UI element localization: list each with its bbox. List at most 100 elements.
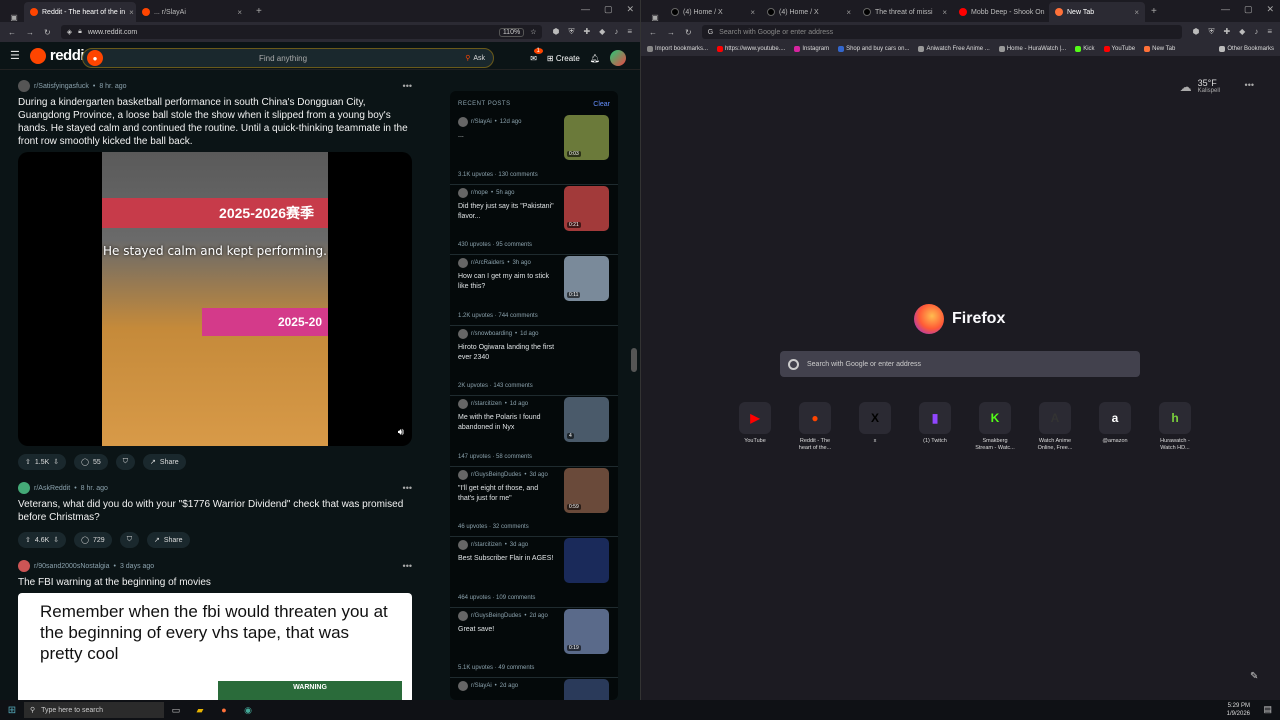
upvote-icon[interactable]: ⇧: [25, 458, 31, 466]
create-button[interactable]: ⊞ Create: [547, 54, 580, 63]
other-bookmarks[interactable]: Other Bookmarks: [1219, 46, 1274, 52]
shortcut-tile[interactable]: a @amazon: [1095, 402, 1135, 452]
extension-icon[interactable]: ⬢: [552, 27, 559, 37]
bookmark-item[interactable]: Import bookmarks...: [647, 46, 708, 52]
tab-slayai[interactable]: ... r/SlayAi ×: [136, 2, 248, 22]
subreddit-name[interactable]: r/AskReddit: [34, 485, 70, 492]
speaker-icon[interactable]: ♪: [1254, 27, 1258, 37]
file-explorer-icon[interactable]: ▰: [188, 705, 212, 716]
bookmark-item[interactable]: Aniwatch Free Anime ...: [918, 46, 990, 52]
close-icon[interactable]: ×: [846, 8, 851, 17]
recent-post-title[interactable]: "I'll get eight of those, and that's jus…: [458, 484, 556, 506]
recent-post-item[interactable]: r/starcitizen • 3d ago Best Subscriber Flai…: [450, 537, 618, 608]
forward-icon[interactable]: →: [667, 28, 675, 37]
minimize-icon[interactable]: —: [581, 4, 590, 15]
recent-post-title[interactable]: Hiroto Ogiwara landing the first ever 23…: [458, 343, 556, 365]
volume-icon[interactable]: 🔊︎: [398, 427, 404, 438]
recent-post-item[interactable]: r/GuysBeingDudes • 3d ago "I'll get eight o…: [450, 467, 618, 537]
recent-post-title[interactable]: Me with the Polaris I found abandoned in…: [458, 413, 556, 435]
recent-post-title[interactable]: Best Subscriber Flair in AGES!: [458, 554, 556, 576]
recent-post-item[interactable]: r/GuysBeingDudes • 2d ago Great save! 5.1K u…: [450, 608, 618, 678]
bookmark-item[interactable]: Shop and buy cars on...: [838, 46, 909, 52]
recent-post-item[interactable]: r/starcitizen • 1d ago Me with the Polaris …: [450, 396, 618, 467]
bookmark-item[interactable]: New Tab: [1144, 46, 1175, 52]
subreddit-name[interactable]: r/Satisfyingasfuck: [34, 83, 89, 90]
chat-icon[interactable]: ✉ 1: [530, 47, 543, 63]
comments-button[interactable]: ◯ 55: [74, 454, 108, 470]
downvote-icon[interactable]: ⇩: [53, 536, 59, 544]
bookmark-item[interactable]: Home - HuraWatch |...: [998, 46, 1066, 52]
reload-icon[interactable]: ↻: [685, 28, 692, 37]
vote-control[interactable]: ⇧ 4.6K ⇩: [18, 532, 67, 548]
menu-icon[interactable]: ≡: [1267, 27, 1272, 37]
close-window-icon[interactable]: ✕: [1266, 4, 1274, 15]
post-title[interactable]: The FBI warning at the beginning of movi…: [10, 576, 420, 589]
bookmark-item[interactable]: YouTube: [1103, 46, 1135, 52]
share-button[interactable]: ↗ Share: [146, 532, 190, 548]
close-icon[interactable]: ×: [129, 8, 134, 17]
tab-overview-icon[interactable]: ▣: [645, 13, 665, 22]
recent-post-title[interactable]: ...: [458, 131, 556, 153]
share-button[interactable]: ↗ Share: [143, 454, 186, 470]
recent-post-item[interactable]: r/SlayAi • 12d ago... 3.1K upvotes · 130 co…: [450, 114, 618, 185]
recent-post-title[interactable]: Did they just say its "Pakistani" flavor…: [458, 202, 556, 224]
speaker-icon[interactable]: ♪: [614, 27, 618, 37]
back-icon[interactable]: ←: [649, 28, 657, 37]
post-title[interactable]: Veterans, what did you do with your "$17…: [10, 498, 420, 524]
clear-button[interactable]: Clear: [593, 101, 610, 108]
bookmark-star-icon[interactable]: ☆: [530, 28, 536, 36]
recent-post-title[interactable]: Great save!: [458, 625, 556, 647]
feed-post[interactable]: r/Satisfyingasfuck • 8 hr. ago ••• Durin…: [10, 76, 420, 478]
post-image[interactable]: Remember when the fbi would threaten you…: [18, 593, 412, 700]
recent-post-thumbnail[interactable]: 0:21: [564, 185, 609, 231]
pencil-icon[interactable]: ✎: [1250, 671, 1258, 682]
close-icon[interactable]: ×: [942, 8, 947, 17]
recent-post-thumbnail[interactable]: 0:19: [564, 608, 609, 654]
subreddit-name[interactable]: r/90sand2000sNostalgia: [34, 563, 110, 570]
ask-button[interactable]: ⚲ Ask: [465, 54, 485, 63]
weather-widget[interactable]: ☁ 35°F Kalispell: [1180, 78, 1220, 94]
downvote-icon[interactable]: ⇩: [53, 458, 59, 466]
address-bar[interactable]: ◈ 🔒︎ www.reddit.com 110% ☆: [60, 25, 543, 39]
more-options-icon[interactable]: •••: [403, 81, 412, 91]
comments-button[interactable]: ◯ 729: [74, 532, 112, 548]
tab-reddit[interactable]: Reddit - The heart of the in ×: [24, 2, 136, 22]
recent-post-thumbnail[interactable]: 0:59: [564, 467, 609, 513]
new-tab-button[interactable]: +: [1145, 2, 1163, 22]
maximize-icon[interactable]: ▢: [1244, 4, 1253, 15]
recent-post-thumbnail[interactable]: 0:03: [564, 115, 609, 160]
tab-new-tab[interactable]: New Tab ×: [1049, 2, 1145, 22]
vote-control[interactable]: ⇧ 1.5K ⇩: [18, 454, 67, 470]
reddit-logo[interactable]: reddit: [29, 47, 89, 65]
tab-x-home-2[interactable]: (4) Home / X ×: [761, 2, 857, 22]
forward-icon[interactable]: →: [26, 28, 34, 37]
address-bar[interactable]: G Search with Google or enter address: [701, 25, 1183, 39]
shortcut-tile[interactable]: ▮ (1) Twitch: [915, 402, 955, 452]
tab-mobb-deep[interactable]: Mobb Deep - Shook On×: [953, 2, 1049, 22]
shield-icon[interactable]: ⛨: [568, 27, 574, 37]
bell-icon[interactable]: 🔔︎: [590, 54, 600, 63]
notification-icon[interactable]: ▤: [1263, 704, 1272, 715]
ublock-icon[interactable]: ◆: [599, 27, 605, 37]
shortcut-tile[interactable]: A Watch Anime Online, Free...: [1035, 402, 1075, 452]
post-video[interactable]: 2025-2026赛季 He stayed calm and kept perf…: [18, 152, 412, 446]
more-options-icon[interactable]: •••: [403, 483, 412, 493]
close-icon[interactable]: ×: [1134, 8, 1139, 17]
menu-icon[interactable]: ≡: [627, 27, 632, 37]
recent-post-title[interactable]: How can I get my aim to stick like this?: [458, 272, 556, 294]
taskbar-search-input[interactable]: ⚲ Type here to search: [24, 702, 164, 718]
recent-post-item[interactable]: r/nope • 5h ago Did they just say its "Paki…: [450, 185, 618, 255]
tab-threat[interactable]: The threat of missi ×: [857, 2, 953, 22]
close-window-icon[interactable]: ✕: [626, 4, 634, 15]
firefox-taskbar-icon[interactable]: ●: [212, 705, 236, 715]
maximize-icon[interactable]: ▢: [604, 4, 613, 15]
ublock-icon[interactable]: ◆: [1239, 27, 1245, 37]
recent-post-thumbnail[interactable]: 4: [564, 397, 609, 442]
post-title[interactable]: During a kindergarten basketball perform…: [10, 96, 420, 148]
reload-icon[interactable]: ↻: [44, 28, 51, 37]
search-input[interactable]: Search with Google or enter address: [780, 351, 1140, 377]
bookmark-item[interactable]: https://www.youtube....: [717, 46, 785, 52]
app-taskbar-icon[interactable]: ◉: [236, 705, 260, 716]
upvote-icon[interactable]: ⇧: [25, 536, 31, 544]
puzzle-icon[interactable]: ✚: [583, 27, 590, 37]
